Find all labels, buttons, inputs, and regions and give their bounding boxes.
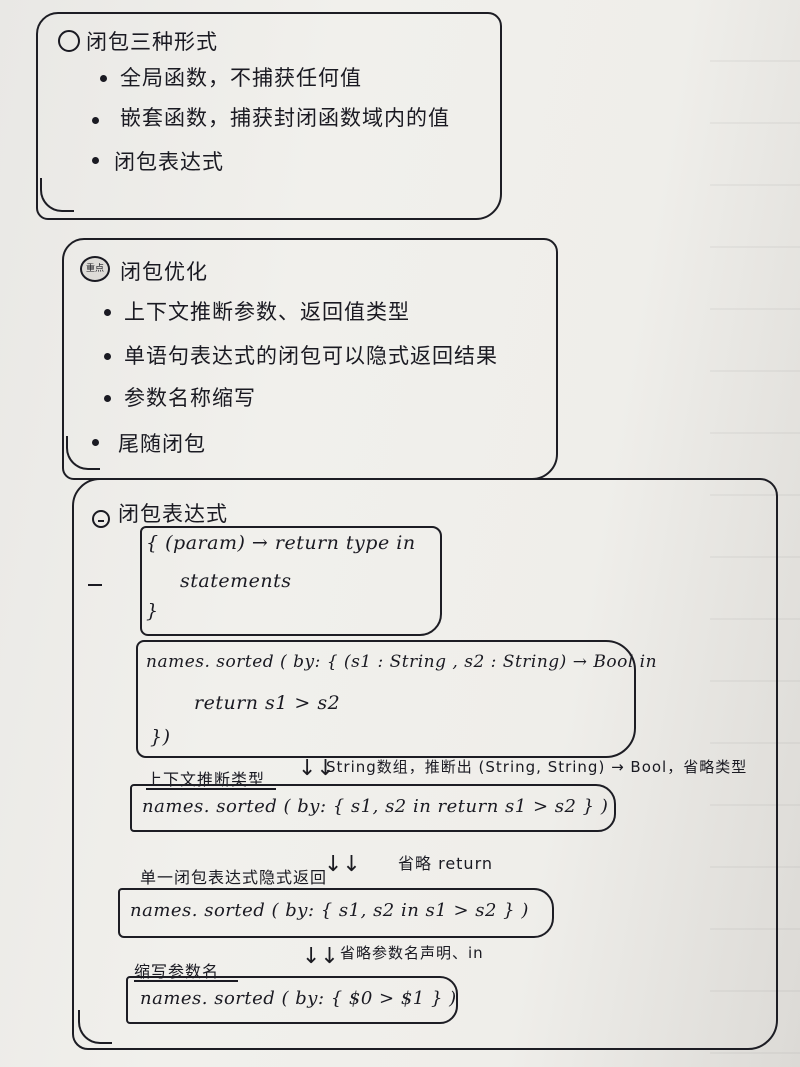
bullet-icon [92,157,99,164]
bullet-icon [92,117,99,124]
syntax-line-2: statements [180,570,292,592]
section2-title: 闭包优化 [120,260,208,284]
section3-title: 闭包表达式 [118,502,228,526]
key-point-marker: 重点 [80,256,110,282]
full-example-line-3: }) [150,726,171,748]
step2-note: 省略 return [398,854,494,873]
circle-minus-icon [92,510,110,528]
section1-item-2: 嵌套函数，捕获封闭函数域内的值 [120,106,450,130]
section2-item-4: 尾随闭包 [118,432,206,456]
section1-item-1: 全局函数，不捕获任何值 [120,66,362,90]
syntax-line-3: } [146,600,159,622]
step3-note: 省略参数名声明、in [340,944,484,962]
bullet-icon [104,353,111,360]
bullet-icon [92,439,99,446]
section2-item-1: 上下文推断参数、返回值类型 [124,300,410,324]
section1-title: 闭包三种形式 [86,30,218,54]
step2-label: 单一闭包表达式隐式返回 [140,868,328,887]
step3-code: names. sorted ( by: { $0 > $1 } ) [140,988,457,1009]
syntax-line-1: { (param) → return type in [146,532,416,554]
step2-code: names. sorted ( by: { s1, s2 in s1 > s2 … [130,900,529,921]
full-example-line-1: names. sorted ( by: { (s1 : String , s2 … [146,652,658,672]
circle-bullet-icon [58,30,80,52]
margin-mark [88,584,102,586]
bullet-icon [104,309,111,316]
bullet-icon [100,75,107,82]
step1-note: String数组，推断出 (String, String) → Bool，省略类… [326,758,748,776]
double-down-arrow-icon: ↓↓ [324,852,361,877]
section2-item-2: 单语句表达式的闭包可以隐式返回结果 [124,344,498,368]
double-down-arrow-icon: ↓↓ [302,944,339,969]
step1-code: names. sorted ( by: { s1, s2 in return s… [142,796,609,817]
section1-item-3: 闭包表达式 [114,150,224,174]
section2-item-3: 参数名称缩写 [124,386,256,410]
bullet-icon [104,395,111,402]
full-example-line-2: return s1 > s2 [194,692,341,714]
